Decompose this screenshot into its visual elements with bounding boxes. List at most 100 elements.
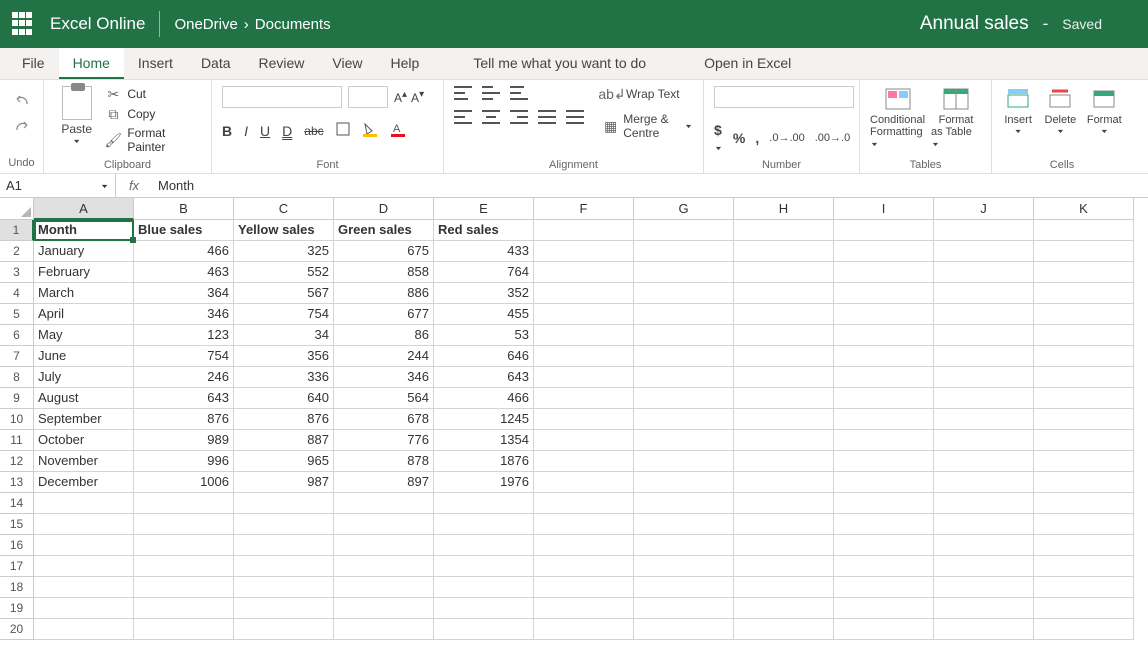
cell[interactable]: [734, 451, 834, 472]
cell[interactable]: October: [34, 430, 134, 451]
cell[interactable]: [634, 220, 734, 241]
select-all-corner[interactable]: [0, 198, 34, 220]
cell[interactable]: [1034, 430, 1134, 451]
cell[interactable]: [834, 430, 934, 451]
cell[interactable]: 640: [234, 388, 334, 409]
cell[interactable]: [834, 577, 934, 598]
app-launcher-icon[interactable]: [12, 12, 36, 36]
font-name-select[interactable]: [222, 86, 342, 108]
cell[interactable]: 244: [334, 346, 434, 367]
cell[interactable]: [834, 409, 934, 430]
cell[interactable]: [234, 577, 334, 598]
cell[interactable]: [134, 535, 234, 556]
cell[interactable]: [734, 598, 834, 619]
cell[interactable]: [234, 598, 334, 619]
increase-indent-button[interactable]: [566, 110, 584, 124]
delete-cells-button[interactable]: Delete▼: [1044, 86, 1076, 136]
cell[interactable]: [534, 472, 634, 493]
cell[interactable]: [534, 577, 634, 598]
cell[interactable]: [1034, 451, 1134, 472]
cell[interactable]: [734, 514, 834, 535]
cell[interactable]: [34, 556, 134, 577]
column-header[interactable]: C: [234, 198, 334, 220]
column-header[interactable]: F: [534, 198, 634, 220]
cell[interactable]: 1245: [434, 409, 534, 430]
wrap-text-button[interactable]: ab↲Wrap Text: [604, 86, 693, 102]
cell[interactable]: [834, 304, 934, 325]
tab-home[interactable]: Home: [59, 48, 124, 79]
format-cells-button[interactable]: Format▼: [1087, 86, 1122, 136]
cell[interactable]: [1034, 241, 1134, 262]
cell[interactable]: [734, 388, 834, 409]
cell[interactable]: 646: [434, 346, 534, 367]
cell[interactable]: [634, 472, 734, 493]
cell[interactable]: Month: [34, 220, 134, 241]
cell[interactable]: [934, 472, 1034, 493]
cell[interactable]: [834, 493, 934, 514]
row-header[interactable]: 4: [0, 283, 34, 304]
cut-button[interactable]: ✂Cut: [105, 86, 201, 102]
cell[interactable]: 996: [134, 451, 234, 472]
cell[interactable]: [834, 262, 934, 283]
cell[interactable]: [134, 556, 234, 577]
font-size-select[interactable]: [348, 86, 388, 108]
cell[interactable]: 886: [334, 283, 434, 304]
cell[interactable]: [34, 577, 134, 598]
column-header[interactable]: E: [434, 198, 534, 220]
cell[interactable]: [734, 262, 834, 283]
cell[interactable]: [834, 556, 934, 577]
name-box[interactable]: A1 ▼: [0, 174, 116, 197]
cell[interactable]: [534, 367, 634, 388]
decrease-decimal-button[interactable]: .00→.0: [815, 132, 850, 144]
tab-review[interactable]: Review: [245, 48, 319, 79]
align-top-button[interactable]: [454, 86, 472, 100]
cell[interactable]: [634, 598, 734, 619]
cell[interactable]: 764: [434, 262, 534, 283]
cell[interactable]: [1034, 514, 1134, 535]
cell[interactable]: 876: [134, 409, 234, 430]
cell[interactable]: [534, 514, 634, 535]
cell[interactable]: [34, 598, 134, 619]
italic-button[interactable]: I: [244, 123, 248, 139]
row-header[interactable]: 2: [0, 241, 34, 262]
row-header[interactable]: 6: [0, 325, 34, 346]
cell[interactable]: [834, 514, 934, 535]
undo-button[interactable]: [11, 90, 33, 112]
cell[interactable]: [834, 598, 934, 619]
cell[interactable]: August: [34, 388, 134, 409]
cell[interactable]: April: [34, 304, 134, 325]
cell[interactable]: [334, 556, 434, 577]
double-underline-button[interactable]: D: [282, 123, 292, 139]
cell[interactable]: 677: [334, 304, 434, 325]
cell[interactable]: December: [34, 472, 134, 493]
cell[interactable]: 246: [134, 367, 234, 388]
cell[interactable]: [834, 283, 934, 304]
cell[interactable]: 352: [434, 283, 534, 304]
open-in-excel[interactable]: Open in Excel: [690, 48, 805, 79]
cell[interactable]: [634, 367, 734, 388]
cell[interactable]: [134, 514, 234, 535]
cell[interactable]: [934, 304, 1034, 325]
cell[interactable]: [834, 241, 934, 262]
cell[interactable]: [1034, 304, 1134, 325]
cell[interactable]: [334, 493, 434, 514]
cell[interactable]: [234, 619, 334, 640]
cell[interactable]: [934, 241, 1034, 262]
cell[interactable]: [1034, 283, 1134, 304]
cell[interactable]: [634, 619, 734, 640]
cell[interactable]: 965: [234, 451, 334, 472]
cell[interactable]: 858: [334, 262, 434, 283]
cell[interactable]: [434, 535, 534, 556]
row-header[interactable]: 13: [0, 472, 34, 493]
row-header[interactable]: 8: [0, 367, 34, 388]
border-button[interactable]: [336, 122, 350, 139]
cell[interactable]: 1006: [134, 472, 234, 493]
formula-input[interactable]: Month: [152, 178, 194, 193]
cell[interactable]: 989: [134, 430, 234, 451]
row-header[interactable]: 20: [0, 619, 34, 640]
cell[interactable]: [834, 388, 934, 409]
cell[interactable]: [834, 535, 934, 556]
fx-label[interactable]: fx: [116, 178, 152, 193]
cell[interactable]: [134, 493, 234, 514]
cell[interactable]: [1034, 346, 1134, 367]
